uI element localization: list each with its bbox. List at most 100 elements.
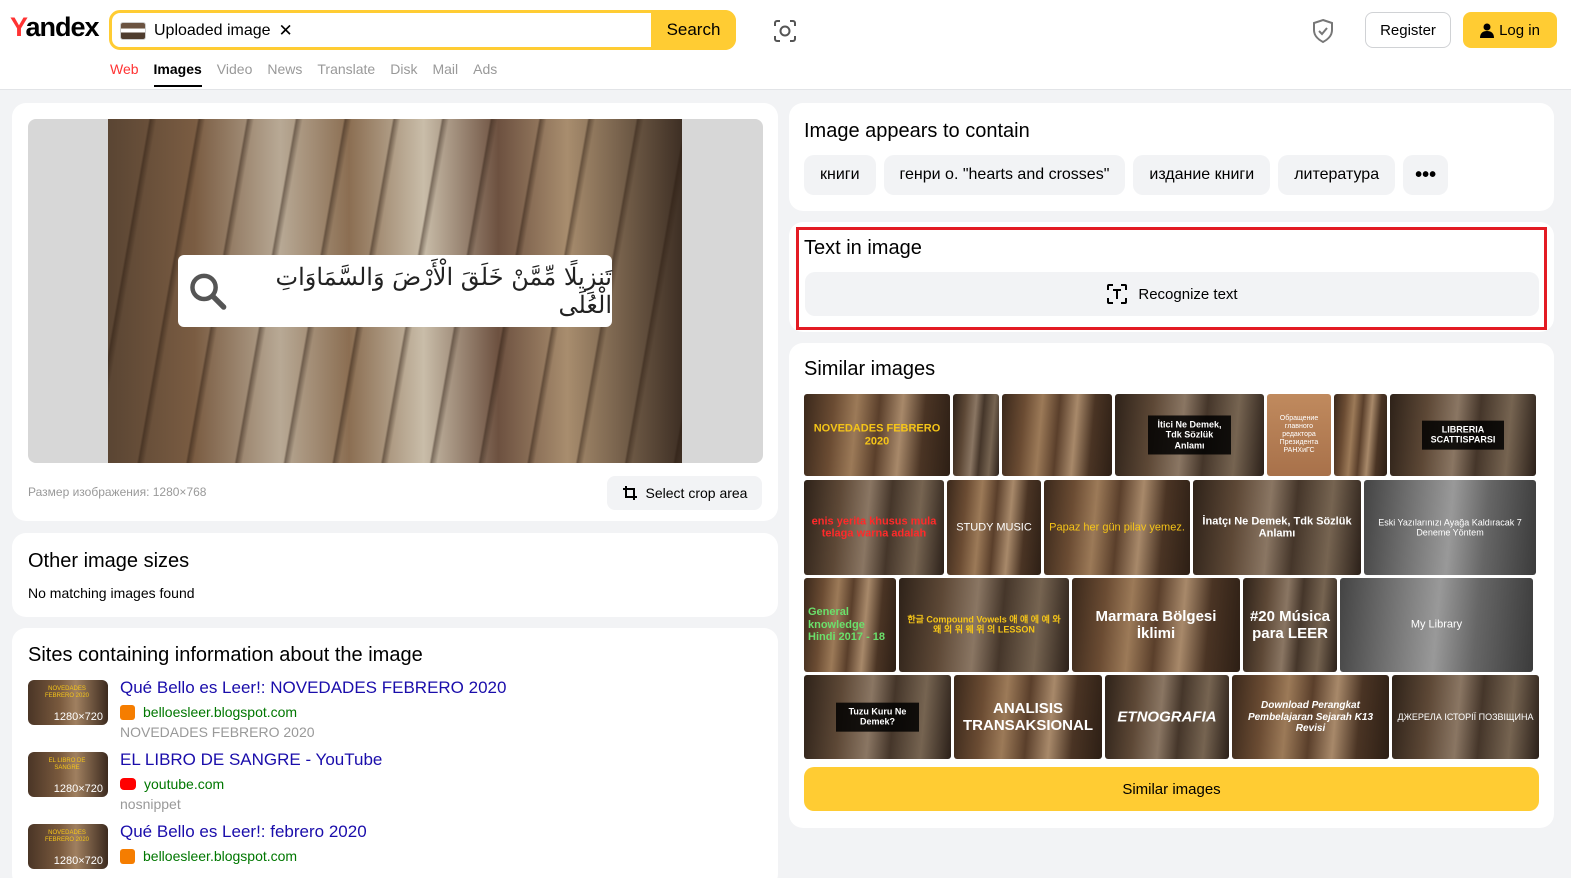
sites-title: Sites containing information about the i…: [28, 644, 423, 666]
tile-caption: enis yerita khusus mula telaga warna ada…: [811, 514, 937, 540]
logo-letter: Y: [10, 12, 27, 42]
tag-chip[interactable]: литература: [1278, 155, 1396, 195]
uploaded-image-card: تَنزِيلًا مِّمَّنْ خَلَقَ الْأَرْضَ وَال…: [12, 103, 778, 521]
similar-image[interactable]: Marmara Bölgesi İklimi: [1072, 578, 1240, 672]
nav-ads[interactable]: Ads: [473, 61, 497, 87]
uploaded-image-preview[interactable]: تَنزِيلًا مِّمَّنْ خَلَقَ الْأَرْضَ وَال…: [28, 119, 763, 463]
nav-video[interactable]: Video: [217, 61, 253, 87]
similar-image[interactable]: İnatçı Ne Demek, Tdk Sözlük Anlamı: [1193, 480, 1361, 575]
tile-caption: İnatçı Ne Demek, Tdk Sözlük Anlamı: [1202, 514, 1352, 540]
similar-image[interactable]: Download Perangkat Pembelajaran Sejarah …: [1232, 675, 1389, 759]
blogger-icon: [120, 704, 135, 720]
tag-chip[interactable]: издание книги: [1133, 155, 1271, 195]
similar-image[interactable]: İtici Ne Demek, Tdk Sözlük Anlamı: [1115, 394, 1264, 476]
similar-image[interactable]: NOVEDADES FEBRERO 2020: [804, 394, 950, 476]
image-size-label: Размер изображения: 1280×768: [28, 485, 207, 499]
site-host-link[interactable]: youtube.com: [120, 776, 224, 792]
nav-web[interactable]: Web: [110, 61, 139, 87]
site-host-link[interactable]: belloesleer.blogspot.com: [120, 848, 297, 864]
similar-row: NOVEDADES FEBRERO 2020 İtici Ne Demek, T…: [804, 394, 1536, 476]
site-title-link[interactable]: EL LIBRO DE SANGRE - YouTube: [120, 750, 382, 770]
nav-disk[interactable]: Disk: [390, 61, 417, 87]
site-title-link[interactable]: Qué Bello es Leer!: febrero 2020: [120, 822, 367, 842]
similar-image[interactable]: My Library: [1340, 578, 1533, 672]
site-thumbnail[interactable]: EL LIBRO DE SANGRE 1280×720: [28, 752, 108, 797]
tile-caption: NOVEDADES FEBRERO 2020: [813, 422, 941, 447]
more-icon[interactable]: •••: [1403, 155, 1449, 195]
site-result: NOVEDADES FEBRERO 2020 1280×720 Qué Bell…: [28, 822, 728, 878]
tile-caption: Papaz her gün pilav yemez.: [1049, 521, 1185, 534]
other-sizes-title: Other image sizes: [28, 550, 190, 572]
other-sizes-message: No matching images found: [28, 585, 195, 601]
similar-image[interactable]: Tuzu Kuru Ne Demek?: [804, 675, 951, 759]
tile-caption: İtici Ne Demek, Tdk Sözlük Anlamı: [1147, 415, 1232, 455]
site-host-link[interactable]: belloesleer.blogspot.com: [120, 704, 297, 720]
similar-row: enis yerita khusus mula telaga warna ada…: [804, 480, 1536, 575]
site-host: youtube.com: [144, 776, 225, 792]
logo-text: andex: [25, 12, 100, 42]
service-nav: Web Images Video News Translate Disk Mai…: [110, 61, 497, 87]
search-button[interactable]: Search: [651, 10, 736, 50]
search-box[interactable]: Uploaded image ✕ Search: [109, 10, 736, 50]
uploaded-image-chip: Uploaded image ✕: [120, 18, 293, 44]
magnifier-icon: [190, 273, 227, 310]
tile-caption: Eski Yazılarınızı Ayağa Kaldıracak 7 Den…: [1378, 517, 1522, 538]
close-icon[interactable]: ✕: [279, 21, 293, 41]
similar-image[interactable]: ДЖЕРЕЛА ІСТОРІЇ ПОЗВІЩИНА: [1392, 675, 1539, 759]
similar-image[interactable]: [1334, 394, 1387, 476]
tile-caption: 한글 Compound Vowels 애 얘 에 예 와 왜 외 워 웨 위 의…: [907, 614, 1061, 635]
thumb-dimensions: 1280×720: [53, 711, 103, 723]
similar-image[interactable]: ANALISIS TRANSAKSIONAL: [954, 675, 1102, 759]
similar-image[interactable]: [953, 394, 999, 476]
tile-caption: STUDY MUSIC: [956, 521, 1032, 534]
similar-image[interactable]: Eski Yazılarınızı Ayağa Kaldıracak 7 Den…: [1364, 480, 1536, 575]
similar-image[interactable]: ETNOGRAFIA: [1105, 675, 1229, 759]
uploaded-image-label: Uploaded image: [154, 22, 271, 39]
thumb-caption: NOVEDADES FEBRERO 2020: [44, 830, 90, 843]
tag-chip[interactable]: генри о. "hearts and crosses": [883, 155, 1126, 195]
highlight-frame: [796, 227, 1547, 330]
yandex-logo[interactable]: Yandex: [10, 12, 100, 43]
select-crop-button[interactable]: Select crop area: [607, 476, 762, 510]
sites-card: Sites containing information about the i…: [12, 628, 778, 878]
similar-image[interactable]: [1002, 394, 1112, 476]
thumb-caption: NOVEDADES FEBRERO 2020: [44, 686, 90, 699]
nav-news[interactable]: News: [267, 61, 302, 87]
shield-icon[interactable]: [1308, 16, 1338, 46]
uploaded-image-thumb: [120, 22, 146, 40]
tile-caption: ANALISIS TRANSAKSIONAL: [963, 699, 1093, 734]
similar-image[interactable]: STUDY MUSIC: [947, 480, 1041, 575]
site-result: NOVEDADES FEBRERO 2020 1280×720 Qué Bell…: [28, 678, 728, 740]
blogger-icon: [120, 848, 135, 864]
crop-icon: [622, 486, 637, 500]
camera-lens-icon[interactable]: [770, 16, 800, 46]
nav-translate[interactable]: Translate: [317, 61, 375, 87]
similar-image[interactable]: #20 Música para LEER: [1243, 578, 1337, 672]
similar-images-card: Similar images NOVEDADES FEBRERO 2020 İt…: [789, 343, 1554, 828]
thumb-dimensions: 1280×720: [53, 783, 103, 795]
similar-image[interactable]: Обращение главного редактора Президента …: [1267, 394, 1331, 476]
tile-caption: Tuzu Kuru Ne Demek?: [836, 702, 919, 732]
site-host: belloesleer.blogspot.com: [143, 704, 298, 720]
tag-chip[interactable]: книги: [804, 155, 876, 195]
header: Yandex Uploaded image ✕ Search Register …: [0, 0, 1571, 90]
similar-image[interactable]: Papaz her gün pilav yemez.: [1044, 480, 1190, 575]
site-thumbnail[interactable]: NOVEDADES FEBRERO 2020 1280×720: [28, 680, 108, 725]
nav-images[interactable]: Images: [153, 61, 202, 87]
site-thumbnail[interactable]: NOVEDADES FEBRERO 2020 1280×720: [28, 824, 108, 869]
similar-image[interactable]: General knowledge Hindi 2017 - 18: [804, 578, 896, 672]
similar-images-button[interactable]: Similar images: [804, 767, 1539, 811]
similar-image[interactable]: LIBRERIA SCATTISPARSI: [1390, 394, 1536, 476]
login-button[interactable]: Log in: [1463, 12, 1557, 48]
tag-list: книги генри о. "hearts and crosses" изда…: [804, 155, 1449, 195]
image-contains-title: Image appears to contain: [804, 120, 1030, 142]
tile-caption: Marmara Bölgesi İklimi: [1095, 607, 1217, 642]
nav-mail[interactable]: Mail: [432, 61, 458, 87]
similar-image[interactable]: 한글 Compound Vowels 애 얘 에 예 와 왜 외 워 웨 위 의…: [899, 578, 1069, 672]
similar-image[interactable]: enis yerita khusus mula telaga warna ada…: [804, 480, 944, 575]
site-title-link[interactable]: Qué Bello es Leer!: NOVEDADES FEBRERO 20…: [120, 678, 506, 698]
thumb-dimensions: 1280×720: [53, 855, 103, 867]
other-sizes-card: Other image sizes No matching images fou…: [12, 533, 778, 617]
tile-caption: Обращение главного редактора Президента …: [1279, 414, 1319, 455]
register-button[interactable]: Register: [1365, 12, 1451, 48]
